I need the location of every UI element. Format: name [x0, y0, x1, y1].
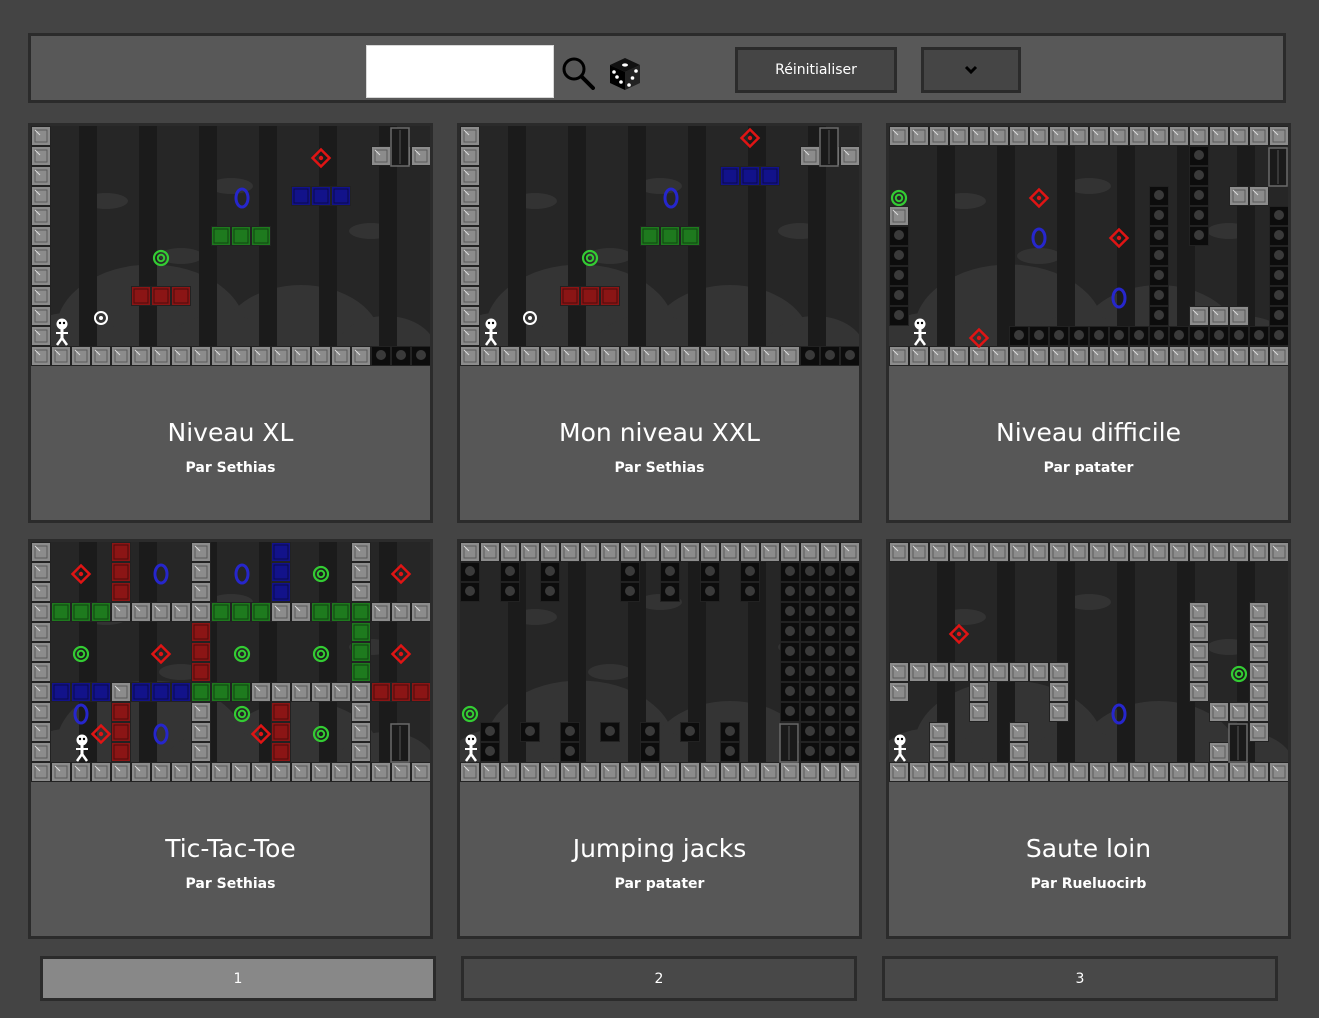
- level-title: Niveau XL: [167, 418, 294, 447]
- search-input[interactable]: [366, 45, 554, 98]
- level-title: Saute loin: [1025, 834, 1152, 863]
- sort-dropdown[interactable]: [921, 47, 1021, 93]
- page-button-1[interactable]: 1: [40, 956, 436, 1001]
- level-author: Par Sethias: [185, 876, 276, 892]
- level-preview: [889, 126, 1288, 366]
- chevron-down-icon: [964, 65, 978, 75]
- level-author: Par Sethias: [614, 460, 705, 476]
- level-title: Mon niveau XXL: [559, 418, 760, 447]
- level-preview: [460, 542, 859, 782]
- page-button-3[interactable]: 3: [882, 956, 1278, 1001]
- dice-icon[interactable]: [608, 56, 642, 92]
- level-preview: [889, 542, 1288, 782]
- level-title: Niveau difficile: [996, 418, 1181, 447]
- level-card[interactable]: Saute loin Par Rueluocirb: [886, 539, 1291, 939]
- search-icon[interactable]: [561, 56, 595, 90]
- level-author: Par Sethias: [185, 460, 276, 476]
- level-preview: [31, 542, 430, 782]
- level-author: Par patater: [614, 876, 705, 892]
- level-author: Par patater: [1043, 460, 1134, 476]
- level-title: Jumping jacks: [572, 834, 747, 863]
- level-preview: [31, 126, 430, 366]
- level-title: Tic-Tac-Toe: [165, 834, 296, 863]
- toolbar: Réinitialiser: [28, 33, 1286, 103]
- level-card[interactable]: Tic-Tac-Toe Par Sethias: [28, 539, 433, 939]
- level-card[interactable]: Mon niveau XXL Par Sethias: [457, 123, 862, 523]
- level-card[interactable]: Jumping jacks Par patater: [457, 539, 862, 939]
- reset-button[interactable]: Réinitialiser: [735, 47, 897, 93]
- level-preview: [460, 126, 859, 366]
- level-card[interactable]: Niveau XL Par Sethias: [28, 123, 433, 523]
- page-button-2[interactable]: 2: [461, 956, 857, 1001]
- level-author: Par Rueluocirb: [1030, 876, 1147, 892]
- level-card[interactable]: Niveau difficile Par patater: [886, 123, 1291, 523]
